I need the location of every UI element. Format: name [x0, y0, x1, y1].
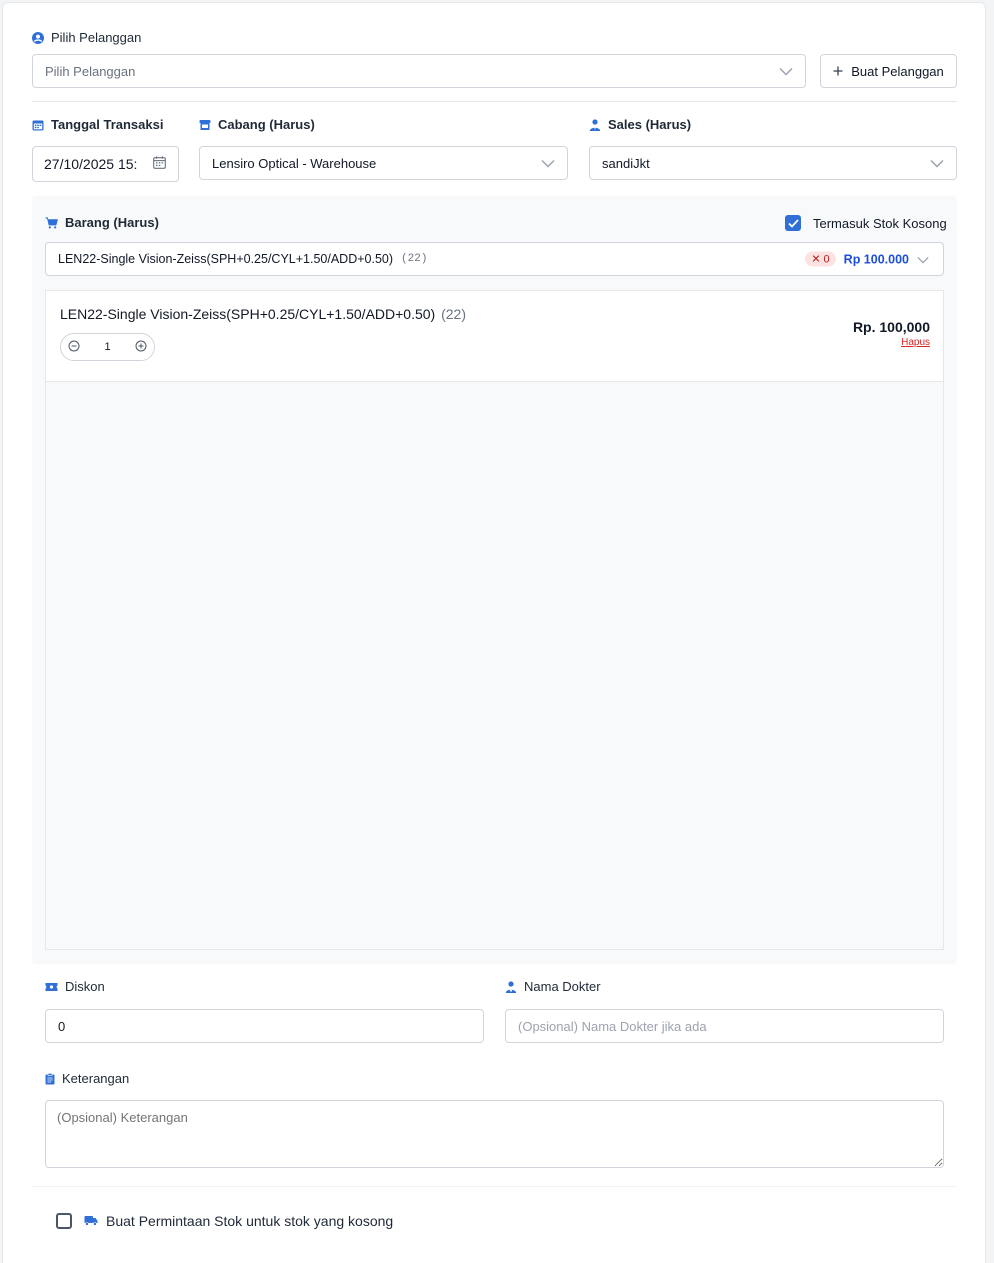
cart-item-name: LEN22-Single Vision-Zeiss(SPH+0.25/CYL+1…: [60, 306, 436, 322]
stock-request-row: Buat Permintaan Stok untuk stok yang kos…: [56, 1213, 393, 1229]
stock-badge-count: 0: [823, 253, 830, 265]
branch-label-row: Cabang (Harus): [199, 117, 315, 132]
chevron-down-icon: [779, 64, 793, 79]
delete-item-link[interactable]: Hapus: [853, 337, 930, 348]
doctor-label: Nama Dokter: [524, 979, 601, 994]
discount-value: 0: [58, 1018, 66, 1034]
ticket-icon: [45, 982, 58, 992]
stock-badge: ✕ 0: [805, 251, 836, 267]
date-label-row: Tanggal Transaksi: [32, 117, 163, 132]
user-circle-icon: [32, 31, 44, 44]
calendar-picker-icon[interactable]: [153, 156, 166, 172]
cart-item: LEN22-Single Vision-Zeiss(SPH+0.25/CYL+1…: [45, 290, 944, 382]
date-value: 27/10/2025 15:: [44, 156, 138, 172]
sales-select[interactable]: sandiJkt: [589, 146, 957, 180]
branch-value: Lensiro Optical - Warehouse: [212, 155, 377, 171]
include-empty-stock-checkbox[interactable]: [785, 215, 801, 231]
doctor-icon: [505, 980, 517, 993]
plus-icon: [833, 64, 843, 79]
discount-label-row: Diskon: [45, 979, 105, 994]
user-tie-icon: [589, 118, 601, 131]
calendar-icon: [32, 119, 44, 131]
plus-circle-icon[interactable]: [135, 340, 147, 355]
item-select-price: Rp 100.000: [843, 252, 909, 266]
cart-item-title: LEN22-Single Vision-Zeiss(SPH+0.25/CYL+1…: [60, 306, 466, 322]
date-label: Tanggal Transaksi: [51, 117, 164, 132]
items-label-row: Barang (Harus): [45, 215, 159, 230]
chevron-down-icon: [930, 156, 944, 171]
create-customer-label: Buat Pelanggan: [851, 63, 944, 79]
stock-request-label: Buat Permintaan Stok untuk stok yang kos…: [106, 1213, 394, 1229]
stock-request-label-row: Buat Permintaan Stok untuk stok yang kos…: [84, 1213, 393, 1229]
item-select[interactable]: LEN22-Single Vision-Zeiss(SPH+0.25/CYL+1…: [45, 242, 944, 276]
items-label: Barang (Harus): [65, 215, 159, 230]
discount-label: Diskon: [65, 979, 105, 994]
chevron-down-icon: [541, 156, 555, 171]
quantity-stepper: 1: [60, 333, 155, 361]
transaction-form-card: Pilih Pelanggan Pilih Pelanggan Buat Pel…: [2, 2, 986, 1263]
cart-list: [45, 290, 944, 950]
doctor-name-placeholder: (Opsional) Nama Dokter jika ada: [518, 1018, 707, 1034]
store-icon: [199, 119, 211, 131]
customer-label-row: Pilih Pelanggan: [32, 30, 141, 45]
date-input[interactable]: 27/10/2025 15:: [32, 146, 179, 182]
include-empty-stock-row: Termasuk Stok Kosong: [785, 215, 947, 231]
cart-item-price: Rp. 100,000: [852, 319, 930, 335]
notes-textarea[interactable]: [45, 1100, 944, 1168]
sales-label: Sales (Harus): [608, 117, 692, 132]
item-select-code: (22): [401, 253, 428, 265]
chevron-down-icon: [917, 252, 929, 267]
customer-select-placeholder: Pilih Pelanggan: [45, 63, 136, 79]
truck-icon: [84, 1214, 98, 1229]
notes-label: Keterangan: [62, 1071, 130, 1086]
item-select-name: LEN22-Single Vision-Zeiss(SPH+0.25/CYL+1…: [58, 252, 394, 266]
include-empty-stock-label: Termasuk Stok Kosong: [813, 215, 947, 231]
divider: [32, 101, 957, 102]
branch-select[interactable]: Lensiro Optical - Warehouse: [199, 146, 568, 180]
cart-icon: [45, 216, 58, 229]
notes-label-row: Keterangan: [45, 1071, 129, 1086]
x-icon: ✕: [811, 253, 821, 266]
item-select-meta: ✕ 0 Rp 100.000: [805, 251, 929, 267]
minus-circle-icon[interactable]: [68, 340, 80, 355]
customer-select[interactable]: Pilih Pelanggan: [32, 54, 806, 88]
customer-label: Pilih Pelanggan: [51, 30, 142, 45]
doctor-label-row: Nama Dokter: [505, 979, 601, 994]
cart-item-code: (22): [441, 306, 467, 322]
doctor-name-input[interactable]: (Opsional) Nama Dokter jika ada: [505, 1009, 944, 1043]
discount-input[interactable]: 0: [45, 1009, 484, 1043]
quantity-value[interactable]: 1: [104, 341, 110, 353]
sales-value: sandiJkt: [602, 155, 650, 171]
cart-item-price-block: Rp. 100,000 Hapus: [853, 319, 930, 348]
clipboard-icon: [45, 1072, 55, 1085]
sales-label-row: Sales (Harus): [589, 117, 691, 132]
create-customer-button[interactable]: Buat Pelanggan: [820, 54, 957, 88]
branch-label: Cabang (Harus): [218, 117, 315, 132]
stock-request-checkbox[interactable]: [56, 1213, 72, 1229]
